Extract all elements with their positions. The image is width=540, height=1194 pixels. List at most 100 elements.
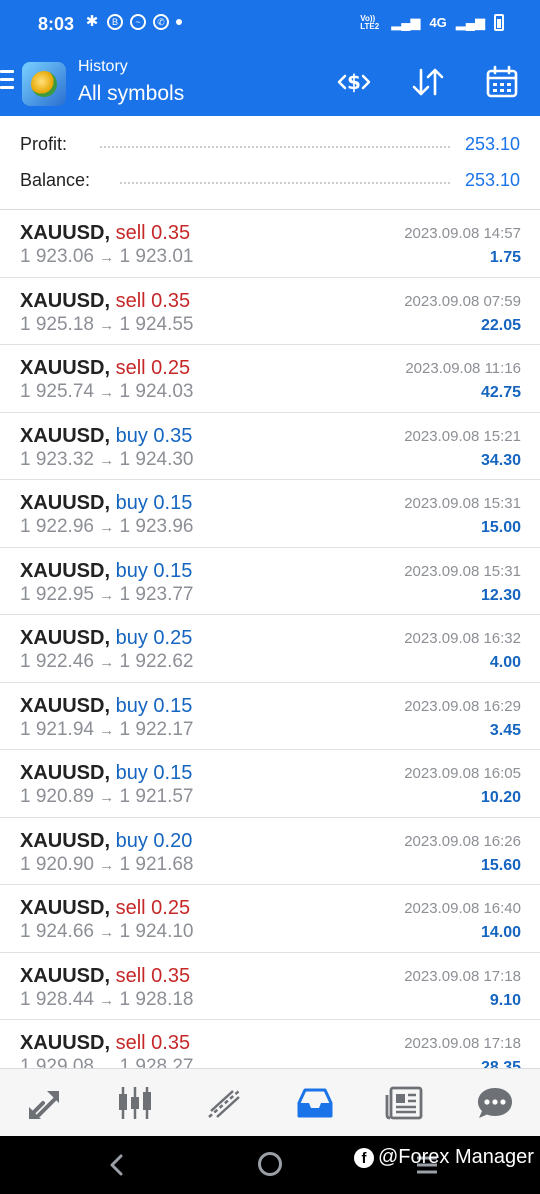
deals-list[interactable]: XAUUSD, sell 0.35 1 923.06 → 1 923.01 2023… [0, 210, 540, 1068]
deal-row[interactable]: XAUUSD, buy 0.15 1 921.94 → 1 922.17 2023.… [0, 683, 540, 750]
balance-dots [120, 182, 450, 184]
menu-icon[interactable] [0, 70, 14, 92]
tab-news[interactable] [380, 1078, 430, 1128]
deal-row[interactable]: XAUUSD, buy 0.25 1 922.46 → 1 922.62 2023.… [0, 615, 540, 683]
header-title[interactable]: All symbols [78, 82, 184, 106]
bottom-tab-bar [0, 1068, 540, 1136]
balance-label: Balance: [20, 170, 99, 191]
deal-side: buy 0.35 [116, 425, 193, 447]
deal-lot: 0.15 [153, 694, 193, 717]
deal-row[interactable]: XAUUSD, sell 0.35 1 928.44 → 1 928.18 2023… [0, 953, 540, 1020]
deal-time: 2023.09.08 16:32 [404, 630, 521, 647]
arrow-icon: → [99, 721, 115, 739]
deal-profit: 14.00 [480, 924, 521, 941]
deal-side-type: sell [115, 1032, 146, 1054]
deal-row[interactable]: XAUUSD, buy 0.15 1 922.96 → 1 923.96 2023.… [0, 480, 540, 548]
deal-symbol-name: XAUUSD, [20, 762, 111, 784]
deal-time: 2023.09.08 15:31 [404, 562, 521, 580]
home-icon[interactable] [258, 1152, 282, 1176]
deal-open-price: 1 924.66 [20, 921, 94, 942]
deal-row[interactable]: XAUUSD, sell 0.35 1 929.08 → 1 928.27 2023… [0, 1020, 540, 1068]
arrow-icon: → [99, 249, 115, 266]
deal-row[interactable]: XAUUSD, buy 0.20 1 920.90 → 1 921.68 2023.… [0, 818, 540, 885]
deal-side: sell 0.35 [116, 965, 191, 987]
whatsapp-icon: ✆ [153, 14, 169, 30]
tab-quotes[interactable] [20, 1078, 70, 1128]
deal-row[interactable]: XAUUSD, buy 0.15 1 920.89 → 1 921.57 2023.… [0, 750, 540, 818]
deal-symbol-name: XAUUSD, [20, 694, 111, 717]
balance-value: 253.10 [456, 170, 520, 191]
deal-time: 2023.09.08 16:05 [404, 765, 521, 782]
deal-symbol: XAUUSD, sell 0.25 [20, 897, 190, 920]
deal-prices: 1 923.32 → 1 924.30 [20, 449, 194, 471]
deal-close-price: 1 922.62 [119, 651, 194, 672]
deal-open-price: 1 922.46 [20, 651, 94, 672]
deal-row[interactable]: XAUUSD, sell 0.25 1 925.74 → 1 924.03 2023… [0, 345, 540, 413]
deal-symbol: XAUUSD, buy 0.15 [20, 695, 192, 718]
deal-close-price: 1 922.17 [119, 718, 194, 740]
tab-chat[interactable] [470, 1078, 520, 1128]
deal-prices: 1 928.44 → 1 928.18 [20, 989, 194, 1011]
deal-close-price: 1 923.01 [119, 246, 194, 267]
deal-prices: 1 921.94 → 1 922.17 [20, 719, 194, 741]
deal-open-price: 1 921.94 [20, 718, 94, 740]
deal-lot: 0.15 [153, 762, 193, 784]
calendar-button[interactable] [482, 62, 522, 102]
deal-symbol: XAUUSD, buy 0.35 [20, 425, 192, 448]
deal-row[interactable]: XAUUSD, buy 0.15 1 922.95 → 1 923.77 2023.… [0, 548, 540, 615]
chart-icon [119, 1086, 151, 1119]
deal-symbol: XAUUSD, sell 0.25 [20, 357, 190, 380]
deal-time: 2023.09.08 17:18 [404, 1035, 521, 1052]
deal-close-price: 1 928.18 [119, 988, 194, 1010]
currency-filter-button[interactable]: $ [334, 62, 374, 102]
svg-text:$: $ [347, 70, 361, 94]
deal-side: sell 0.35 [116, 1032, 191, 1054]
app-logo[interactable] [22, 62, 66, 106]
sort-button[interactable] [408, 62, 448, 102]
deal-lot: 0.25 [151, 897, 191, 919]
deal-side-type: sell [115, 222, 146, 244]
header-subtitle: History [78, 58, 128, 75]
back-icon[interactable] [104, 1150, 128, 1180]
deal-profit: 22.05 [480, 316, 521, 334]
arrow-icon: → [99, 1059, 115, 1068]
deal-symbol-name: XAUUSD, [20, 222, 111, 244]
deal-profit: 15.00 [480, 519, 521, 536]
deal-profit: 15.60 [480, 856, 521, 874]
deal-prices: 1 929.08 → 1 928.27 [20, 1056, 194, 1068]
quotes-icon [29, 1090, 59, 1119]
tab-trade[interactable] [200, 1078, 250, 1128]
deal-row[interactable]: XAUUSD, buy 0.35 1 923.32 → 1 924.30 2023.… [0, 413, 540, 480]
deal-time: 2023.09.08 17:18 [404, 967, 521, 985]
deal-open-price: 1 922.95 [20, 583, 94, 605]
deal-prices: 1 924.66 → 1 924.10 [20, 921, 194, 943]
arrow-icon: → [99, 789, 115, 806]
profit-dots [100, 146, 450, 148]
tab-chart[interactable] [110, 1078, 160, 1128]
deal-side: buy 0.25 [116, 627, 193, 649]
deal-lot: 0.35 [151, 222, 191, 244]
deal-close-price: 1 924.30 [119, 448, 194, 470]
deal-row[interactable]: XAUUSD, sell 0.35 1 923.06 → 1 923.01 2023… [0, 210, 540, 278]
deal-symbol: XAUUSD, sell 0.35 [20, 222, 190, 245]
b-app-icon: B [107, 14, 123, 30]
deal-time: 2023.09.08 15:31 [404, 495, 521, 512]
status-time: 8:03 [38, 14, 75, 34]
volte-icon: Vo)) LTE2 [360, 13, 380, 31]
network-type: 4G [429, 15, 447, 30]
deal-close-price: 1 921.57 [119, 786, 194, 807]
deal-prices: 1 925.74 → 1 924.03 [20, 381, 194, 403]
deal-row[interactable]: XAUUSD, sell 0.35 1 925.18 → 1 924.55 2023… [0, 278, 540, 345]
deal-profit: 10.20 [480, 789, 521, 806]
deal-lot: 0.15 [153, 492, 193, 514]
more-notifications-icon [176, 19, 182, 25]
deal-prices: 1 923.06 → 1 923.01 [20, 246, 194, 268]
deal-symbol-name: XAUUSD, [20, 1032, 111, 1054]
deal-symbol-name: XAUUSD, [20, 424, 111, 447]
deal-open-price: 1 920.90 [20, 853, 94, 875]
deal-row[interactable]: XAUUSD, sell 0.25 1 924.66 → 1 924.10 2023… [0, 885, 540, 953]
tab-history[interactable] [290, 1078, 340, 1128]
deal-profit: 9.10 [489, 991, 521, 1009]
deal-symbol-name: XAUUSD, [20, 964, 111, 987]
deal-open-price: 1 923.32 [20, 448, 94, 470]
